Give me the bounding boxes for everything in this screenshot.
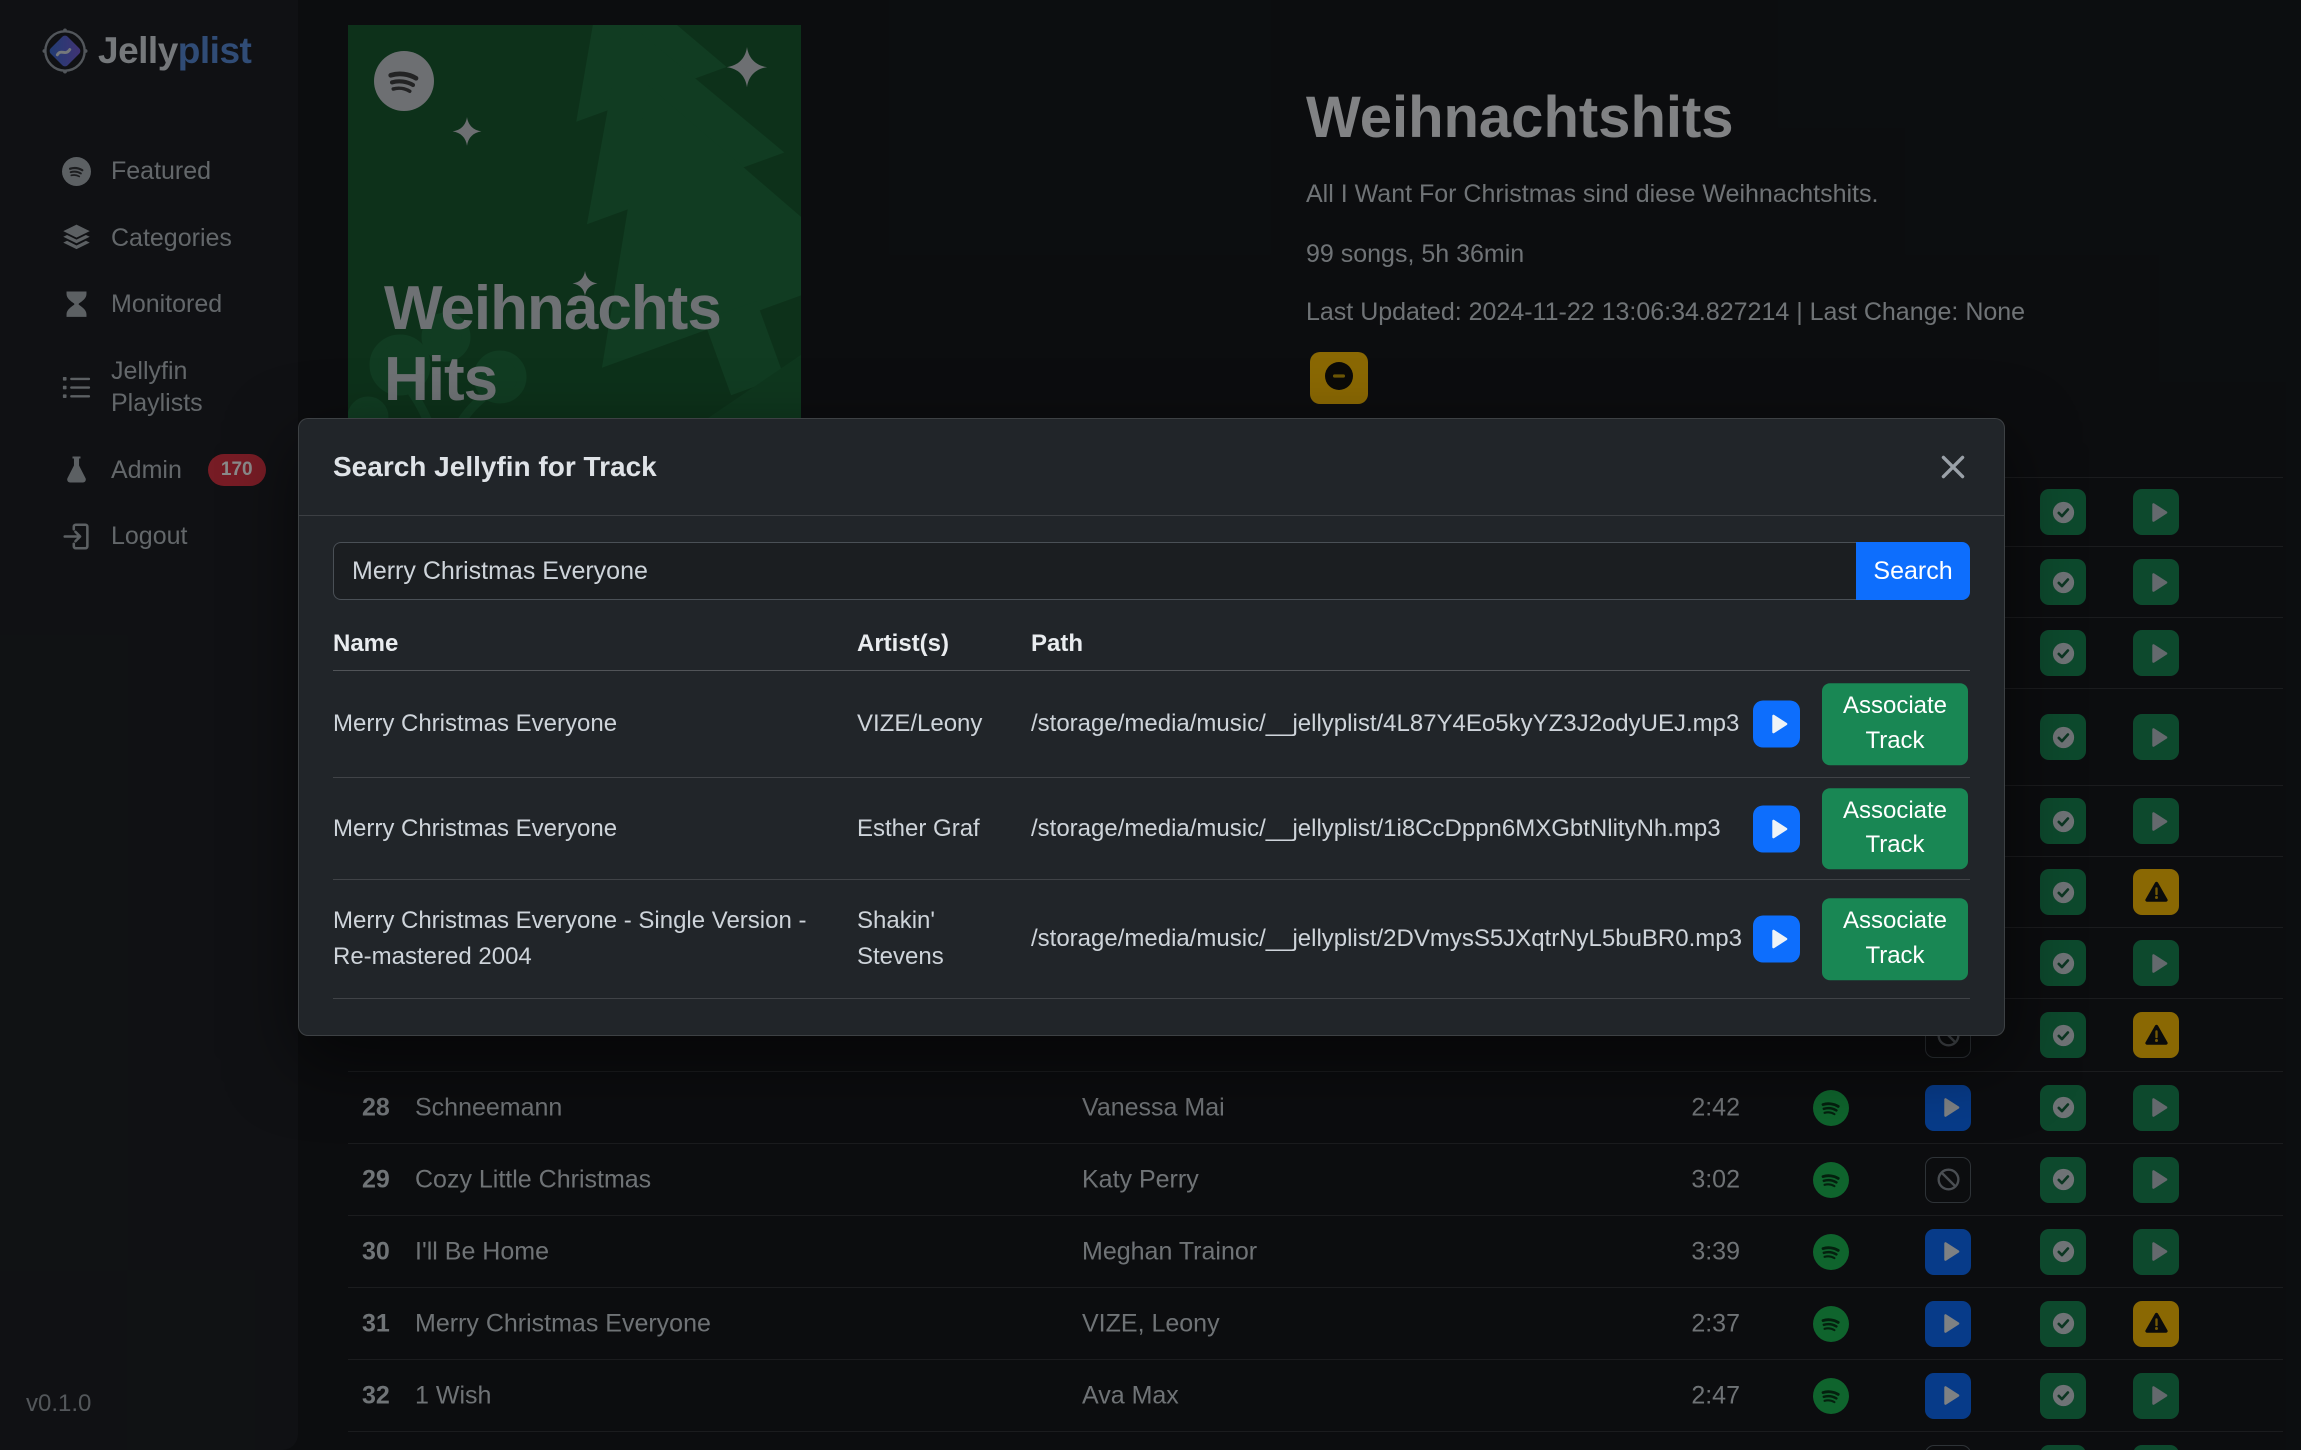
associate-track-button[interactable]: Associate Track — [1822, 683, 1968, 765]
search-results-table: Name Artist(s) Path Merry Christmas Ever… — [333, 628, 1970, 999]
search-group: Search — [333, 542, 1970, 600]
result-name: Merry Christmas Everyone — [333, 811, 848, 847]
result-artists: Esther Graf — [857, 811, 1017, 847]
column-header-name: Name — [333, 630, 398, 658]
search-result-row: Merry Christmas Everyone - Single Versio… — [333, 880, 1970, 999]
result-artists: Shakin' Stevens — [857, 903, 1017, 975]
result-play-button[interactable] — [1753, 916, 1800, 963]
search-result-row: Merry Christmas EveryoneVIZE/Leony/stora… — [333, 671, 1970, 778]
modal-header: Search Jellyfin for Track — [299, 419, 2004, 516]
results-header-row: Name Artist(s) Path — [333, 628, 1970, 671]
close-icon[interactable] — [1936, 450, 1970, 484]
associate-track-button[interactable]: Associate Track — [1822, 898, 1968, 980]
result-path: /storage/media/music/__jellyplist/1i8CcD… — [1031, 811, 1751, 847]
result-name: Merry Christmas Everyone - Single Versio… — [333, 903, 848, 975]
result-name: Merry Christmas Everyone — [333, 706, 848, 742]
result-path: /storage/media/music/__jellyplist/4L87Y4… — [1031, 706, 1751, 742]
column-header-artists: Artist(s) — [857, 630, 949, 658]
result-artists: VIZE/Leony — [857, 706, 1017, 742]
app-window: Jellyplist FeaturedCategoriesMonitoredJe… — [0, 0, 2301, 1450]
track-search-input[interactable] — [333, 542, 1856, 600]
associate-track-button[interactable]: Associate Track — [1822, 788, 1968, 870]
result-path: /storage/media/music/__jellyplist/2DVmys… — [1031, 921, 1751, 957]
result-play-button[interactable] — [1753, 701, 1800, 748]
modal-body: Search Name Artist(s) Path Merry Christm… — [299, 516, 2004, 999]
search-button[interactable]: Search — [1856, 542, 1970, 600]
search-jellyfin-modal: Search Jellyfin for Track Search Name Ar… — [298, 418, 2005, 1036]
column-header-path: Path — [1031, 630, 1083, 658]
result-play-button[interactable] — [1753, 805, 1800, 852]
modal-title: Search Jellyfin for Track — [333, 451, 1936, 483]
results-body: Merry Christmas EveryoneVIZE/Leony/stora… — [333, 671, 1970, 999]
search-result-row: Merry Christmas EveryoneEsther Graf/stor… — [333, 778, 1970, 880]
